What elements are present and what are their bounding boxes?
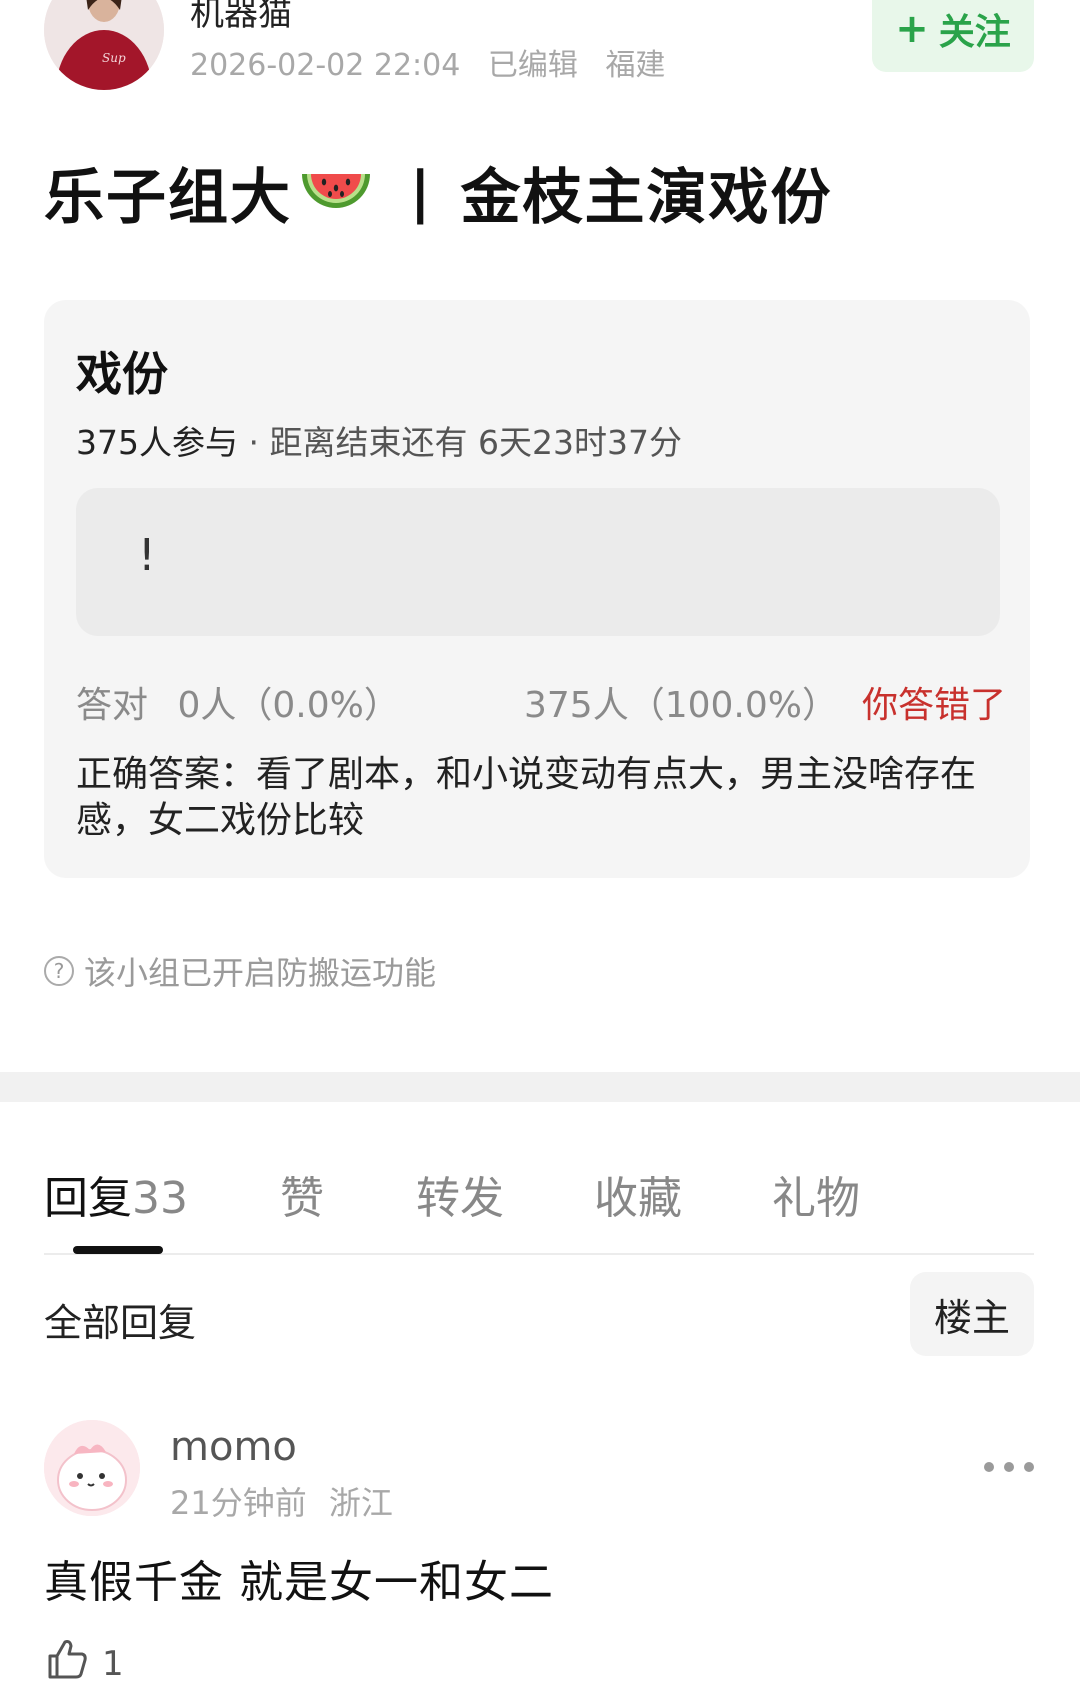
quiz-option[interactable]: !: [76, 488, 1000, 636]
tab-reposts[interactable]: 转发: [416, 1162, 504, 1226]
op-only-button[interactable]: 楼主: [910, 1272, 1034, 1356]
post-date: 2026-02-02 22:04: [190, 48, 461, 83]
tab-favorites[interactable]: 收藏: [594, 1162, 682, 1226]
edited-label: 已编辑: [487, 48, 578, 83]
post-meta: 2026-02-02 22:04 已编辑 福建: [190, 40, 683, 84]
active-tab-indicator: [73, 1246, 163, 1254]
section-divider: [0, 1072, 1080, 1102]
commenter-name[interactable]: momo: [170, 1424, 297, 1470]
tab-label: 回复: [44, 1173, 132, 1224]
title-separator: |: [410, 159, 431, 225]
tab-gifts[interactable]: 礼物: [772, 1162, 860, 1226]
tab-label: 赞: [280, 1173, 324, 1224]
interaction-tabs: 回复33 赞 转发 收藏 礼物: [44, 1162, 1034, 1242]
help-icon[interactable]: ?: [44, 956, 74, 986]
more-icon[interactable]: [984, 1452, 1034, 1482]
follow-button[interactable]: + 关注: [872, 0, 1034, 72]
avatar[interactable]: [44, 1420, 140, 1516]
quiz-stats: 375人参与 · 距离结束还有 6天23时37分: [76, 416, 682, 464]
tab-label: 转发: [416, 1173, 504, 1224]
notice-text: 该小组已开启防搬运功能: [84, 954, 437, 992]
post-title: 乐子组大 | 金枝主演戏份: [44, 152, 832, 233]
follow-label: 关注: [938, 12, 1011, 53]
user-result: 你答错了: [861, 685, 1006, 726]
wrong-count: 375人（100.0%）: [524, 685, 838, 726]
like-row[interactable]: 1: [44, 1636, 124, 1691]
comment-time: 21分钟前: [170, 1484, 307, 1522]
comment-text: 真假千金 就是女一和女二: [44, 1557, 554, 1608]
thumbs-up-icon[interactable]: [44, 1636, 90, 1691]
correct-result: 答对 0人（0.0%）: [76, 676, 400, 728]
tab-likes[interactable]: 赞: [280, 1162, 324, 1226]
all-replies-filter[interactable]: 全部回复: [44, 1292, 196, 1347]
watermelon-icon: [298, 160, 374, 224]
stats-separator: ·: [248, 423, 260, 462]
quiz-card: 戏份 375人参与 · 距离结束还有 6天23时37分 ! 答对 0人（0.0%…: [44, 300, 1030, 878]
correct-answer: 正确答案：看了剧本，和小说变动有点大，男主没啥存在感，女二戏份比较: [76, 754, 977, 841]
quiz-title: 戏份: [76, 347, 168, 401]
tab-label: 礼物: [772, 1173, 860, 1224]
correct-label: 答对: [76, 685, 149, 726]
post-header: Sup 机器猫 2026-02-02 22:04 已编辑 福建 + 关注: [0, 0, 1080, 110]
comment-meta: 21分钟前 浙江: [170, 1478, 405, 1524]
post-location: 福建: [605, 48, 666, 83]
quiz-option-text: !: [138, 530, 156, 581]
title-part-2: 金枝主演戏份: [460, 162, 833, 233]
participant-count: 375人参与: [76, 423, 238, 462]
tabs-rule: [44, 1253, 1034, 1255]
tab-count: 33: [132, 1173, 188, 1224]
like-count: 1: [102, 1643, 124, 1684]
tab-replies[interactable]: 回复33: [44, 1162, 188, 1226]
author-name[interactable]: 机器猫: [190, 0, 292, 35]
plus-icon: +: [895, 6, 929, 52]
countdown: 距离结束还有 6天23时37分: [269, 423, 682, 462]
author-avatar[interactable]: Sup: [44, 0, 164, 90]
svg-text:Sup: Sup: [102, 51, 126, 65]
comment-location: 浙江: [328, 1484, 393, 1522]
result-row: 答对 0人（0.0%） 375人（100.0%） 你答错了: [76, 676, 1006, 726]
correct-count: 0人（0.0%）: [177, 685, 400, 726]
tab-label: 收藏: [594, 1173, 682, 1224]
title-part-1: 乐子组大: [44, 162, 292, 233]
anti-repost-notice: ? 该小组已开启防搬运功能: [44, 948, 436, 994]
